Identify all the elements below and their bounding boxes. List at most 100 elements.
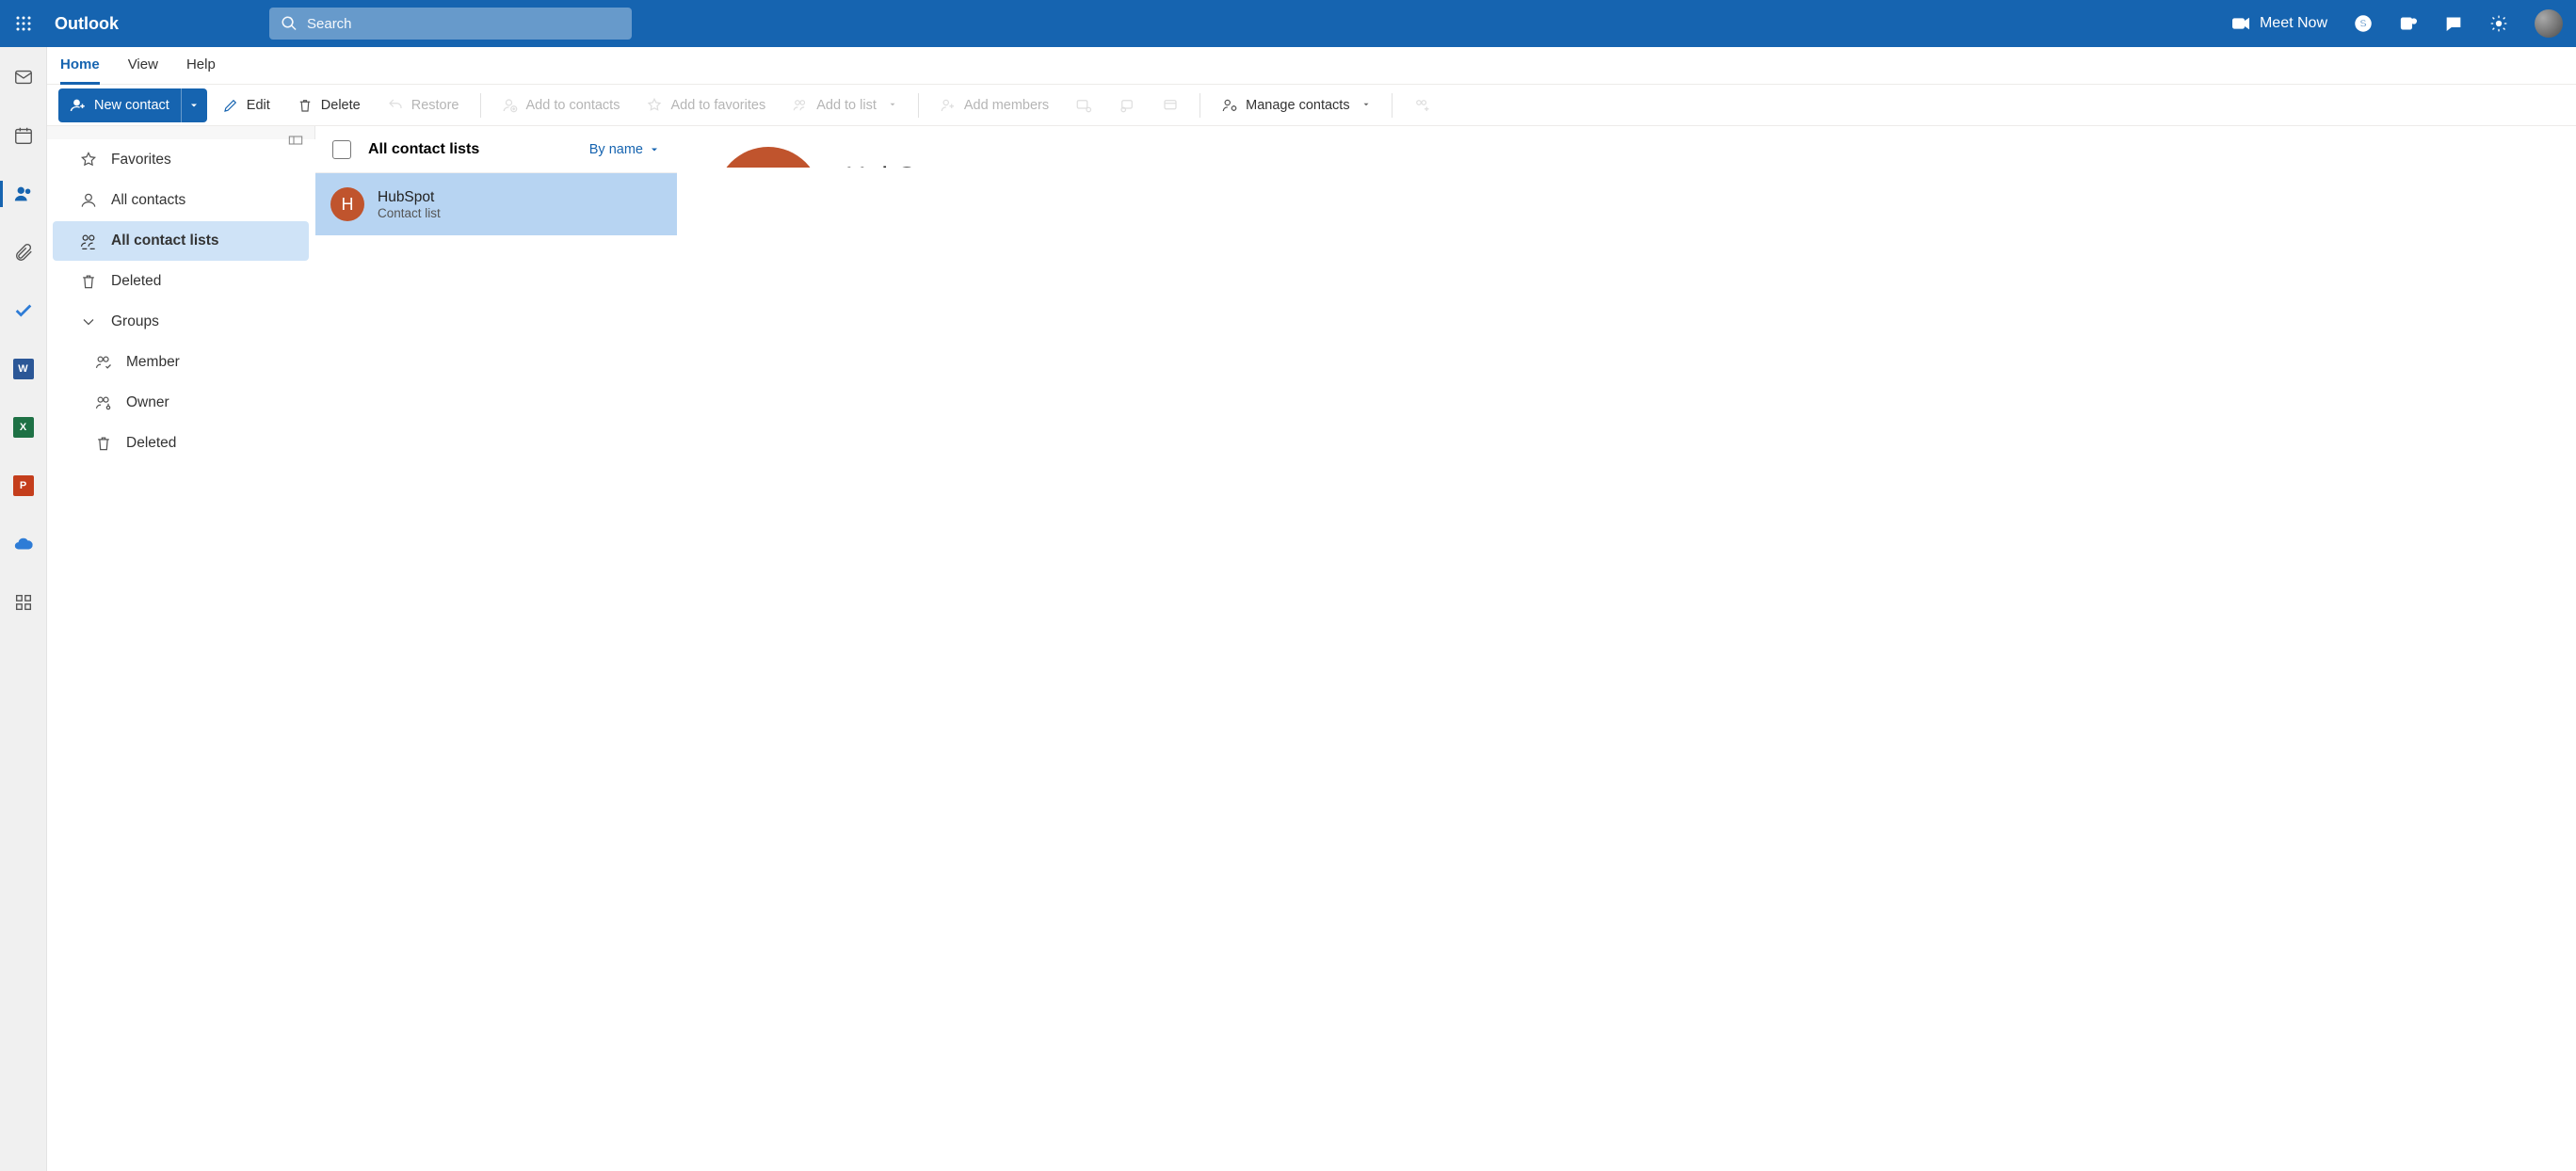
list-item-avatar: H xyxy=(330,187,364,221)
folder-all-contact-lists[interactable]: All contact lists xyxy=(53,221,309,261)
collapse-icon xyxy=(288,135,303,146)
rail-mail[interactable] xyxy=(0,60,47,94)
person-icon xyxy=(79,191,98,210)
people-list-icon xyxy=(79,232,98,250)
list-item[interactable]: H HubSpot Contact list xyxy=(315,173,677,235)
rail-files[interactable] xyxy=(0,235,47,269)
manage-contacts-button[interactable]: Manage contacts xyxy=(1210,88,1381,122)
rail-todo[interactable] xyxy=(0,294,47,328)
video-icon xyxy=(2231,14,2250,33)
folder-groups-label: Groups xyxy=(111,313,159,330)
sort-label: By name xyxy=(589,142,643,157)
folder-all-contact-lists-label: All contact lists xyxy=(111,233,219,249)
list-item-sub: Contact list xyxy=(378,206,441,220)
folder-favorites[interactable]: Favorites xyxy=(53,140,309,180)
account-avatar[interactable] xyxy=(2535,9,2563,38)
folder-deleted-label: Deleted xyxy=(111,273,161,290)
list-title: All contact lists xyxy=(368,141,589,158)
divider xyxy=(1392,93,1393,118)
add-members-label: Add members xyxy=(964,98,1049,113)
settings-button[interactable] xyxy=(2476,0,2521,47)
rail-people[interactable] xyxy=(0,177,47,211)
grid-icon xyxy=(13,592,34,613)
skype-button[interactable]: S xyxy=(2341,0,2386,47)
folder-groups-member[interactable]: Member xyxy=(53,343,309,382)
meet-now-button[interactable]: Meet Now xyxy=(2218,0,2341,47)
edit-button[interactable]: Edit xyxy=(211,88,282,122)
app-launcher-button[interactable] xyxy=(0,0,47,47)
people-list-icon xyxy=(792,97,809,114)
people-check-icon xyxy=(94,353,113,372)
new-contact-button[interactable]: New contact xyxy=(58,88,181,122)
folder-groups-deleted[interactable]: Deleted xyxy=(53,424,309,463)
tab-home[interactable]: Home xyxy=(60,47,100,85)
list-item-name: HubSpot xyxy=(378,189,441,206)
title-bar: Outlook Meet Now S xyxy=(0,0,2576,47)
manage-contacts-label: Manage contacts xyxy=(1246,98,1349,113)
svg-text:S: S xyxy=(2359,18,2366,29)
star-icon xyxy=(79,151,98,169)
folder-groups-owner[interactable]: Owner xyxy=(53,383,309,423)
search-input[interactable] xyxy=(307,16,620,32)
rail-powerpoint[interactable]: P xyxy=(0,469,47,503)
folder-groups-deleted-label: Deleted xyxy=(126,435,176,452)
chat-icon xyxy=(2444,14,2463,33)
calendar-icon xyxy=(13,125,34,146)
rail-more-apps[interactable] xyxy=(0,586,47,619)
word-icon: W xyxy=(13,359,34,379)
new-contact-label: New contact xyxy=(94,98,169,113)
add-to-favorites-label: Add to favorites xyxy=(670,98,765,113)
rail-calendar[interactable] xyxy=(0,119,47,152)
powerpoint-icon: P xyxy=(13,475,34,496)
rail-word[interactable]: W xyxy=(0,352,47,386)
add-to-list-label: Add to list xyxy=(816,98,877,113)
chevron-down-icon xyxy=(188,100,200,111)
add-members-button: Add members xyxy=(928,88,1060,122)
rail-excel[interactable]: X xyxy=(0,410,47,444)
teams-icon xyxy=(2399,14,2418,33)
tab-strip: Home View Help xyxy=(47,47,2576,85)
teams-button[interactable] xyxy=(2386,0,2431,47)
people-key-icon xyxy=(94,393,113,412)
add-person-icon xyxy=(70,97,87,114)
card-import-icon xyxy=(1119,97,1135,114)
skype-icon: S xyxy=(2354,14,2373,33)
folder-member-label: Member xyxy=(126,354,180,371)
rail-onedrive[interactable] xyxy=(0,527,47,561)
divider xyxy=(918,93,919,118)
gear-icon xyxy=(2489,14,2508,33)
folder-owner-label: Owner xyxy=(126,394,169,411)
chevron-down-icon xyxy=(79,313,98,331)
app-rail: W X P xyxy=(0,47,47,1171)
merge-button xyxy=(1402,88,1441,122)
new-contact-dropdown[interactable] xyxy=(181,88,207,122)
folder-all-contacts-label: All contacts xyxy=(111,192,185,209)
waffle-icon xyxy=(15,15,32,32)
command-bar: New contact Edit Delete Restore Add to c… xyxy=(47,85,2576,126)
folder-all-contacts[interactable]: All contacts xyxy=(53,181,309,220)
mail-icon xyxy=(13,67,34,88)
people-plus-icon xyxy=(1413,97,1430,114)
chevron-down-icon xyxy=(649,144,660,155)
select-all-checkbox[interactable] xyxy=(332,140,351,159)
import-button xyxy=(1107,88,1147,122)
search-box[interactable] xyxy=(269,8,632,40)
tab-help[interactable]: Help xyxy=(186,47,216,85)
folder-groups[interactable]: Groups xyxy=(53,302,309,342)
folder-pane: Favorites All contacts All contact lists… xyxy=(47,126,315,139)
card-icon xyxy=(1162,97,1179,114)
chevron-down-icon xyxy=(1361,100,1371,109)
delete-button[interactable]: Delete xyxy=(285,88,372,122)
notifications-button[interactable] xyxy=(2431,0,2476,47)
add-contact-icon xyxy=(502,97,519,114)
folder-deleted[interactable]: Deleted xyxy=(53,262,309,301)
tab-view[interactable]: View xyxy=(128,47,158,85)
delete-label: Delete xyxy=(321,98,361,113)
sort-button[interactable]: By name xyxy=(589,142,660,157)
collapse-pane-button[interactable] xyxy=(288,134,303,151)
product-name: Outlook xyxy=(55,14,119,34)
people-icon xyxy=(13,184,34,204)
meet-now-label: Meet Now xyxy=(2260,15,2327,32)
restore-button: Restore xyxy=(376,88,471,122)
trash-icon xyxy=(94,434,113,453)
